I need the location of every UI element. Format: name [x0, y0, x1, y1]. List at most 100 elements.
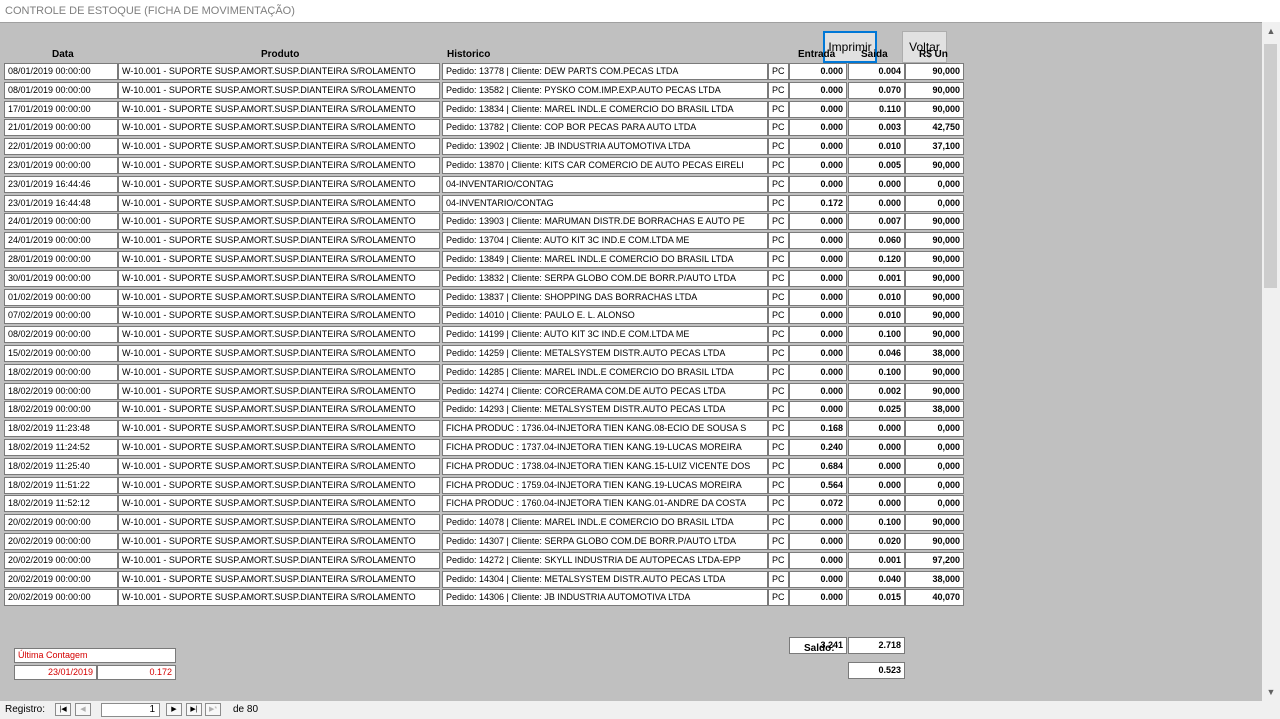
cell-date[interactable]: 20/02/2019 00:00:00 — [4, 532, 118, 550]
cell-date[interactable]: 18/02/2019 00:00:00 — [4, 382, 118, 400]
cell-entrada[interactable]: 0.000 — [789, 589, 847, 607]
cell-entrada[interactable]: 0.000 — [789, 570, 847, 588]
cell-history[interactable]: FICHA PRODUC : 1759.04-INJETORA TIEN KAN… — [442, 476, 768, 494]
cell-unit[interactable]: PC — [768, 589, 789, 607]
cell-date[interactable]: 20/02/2019 00:00:00 — [4, 551, 118, 569]
cell-price[interactable]: 97,200 — [905, 551, 964, 569]
cell-price[interactable]: 90,000 — [905, 213, 964, 231]
cell-price[interactable]: 0,000 — [905, 175, 964, 193]
cell-saida[interactable]: 0.110 — [848, 100, 905, 118]
cell-date[interactable]: 20/02/2019 00:00:00 — [4, 514, 118, 532]
cell-price[interactable]: 90,000 — [905, 63, 964, 80]
cell-unit[interactable]: PC — [768, 63, 789, 80]
cell-history[interactable]: Pedido: 13870 | Cliente: KITS CAR COMERC… — [442, 156, 768, 174]
cell-history[interactable]: Pedido: 13782 | Cliente: COP BOR PECAS P… — [442, 119, 768, 137]
cell-entrada[interactable]: 0.000 — [789, 382, 847, 400]
cell-product[interactable]: W-10.001 - SUPORTE SUSP.AMORT.SUSP.DIANT… — [118, 269, 440, 287]
cell-product[interactable]: W-10.001 - SUPORTE SUSP.AMORT.SUSP.DIANT… — [118, 438, 440, 456]
cell-entrada[interactable]: 0.000 — [789, 250, 847, 268]
cell-history[interactable]: Pedido: 13834 | Cliente: MAREL INDL.E CO… — [442, 100, 768, 118]
cell-product[interactable]: W-10.001 - SUPORTE SUSP.AMORT.SUSP.DIANT… — [118, 175, 440, 193]
cell-saida[interactable]: 0.100 — [848, 514, 905, 532]
cell-price[interactable]: 38,000 — [905, 344, 964, 362]
cell-entrada[interactable]: 0.000 — [789, 232, 847, 250]
scroll-down-arrow-icon[interactable]: ▼ — [1262, 683, 1280, 701]
cell-product[interactable]: W-10.001 - SUPORTE SUSP.AMORT.SUSP.DIANT… — [118, 344, 440, 362]
cell-history[interactable]: Pedido: 13849 | Cliente: MAREL INDL.E CO… — [442, 250, 768, 268]
cell-product[interactable]: W-10.001 - SUPORTE SUSP.AMORT.SUSP.DIANT… — [118, 100, 440, 118]
cell-price[interactable]: 90,000 — [905, 156, 964, 174]
cell-saida[interactable]: 0.020 — [848, 532, 905, 550]
cell-product[interactable]: W-10.001 - SUPORTE SUSP.AMORT.SUSP.DIANT… — [118, 551, 440, 569]
cell-saida[interactable]: 0.060 — [848, 232, 905, 250]
cell-date[interactable]: 08/02/2019 00:00:00 — [4, 326, 118, 344]
cell-unit[interactable]: PC — [768, 288, 789, 306]
cell-product[interactable]: W-10.001 - SUPORTE SUSP.AMORT.SUSP.DIANT… — [118, 288, 440, 306]
cell-date[interactable]: 23/01/2019 16:44:48 — [4, 194, 118, 212]
cell-product[interactable]: W-10.001 - SUPORTE SUSP.AMORT.SUSP.DIANT… — [118, 213, 440, 231]
cell-history[interactable]: Pedido: 13704 | Cliente: AUTO KIT 3C IND… — [442, 232, 768, 250]
cell-history[interactable]: Pedido: 13582 | Cliente: PYSKO COM.IMP.E… — [442, 81, 768, 99]
cell-saida[interactable]: 0.100 — [848, 326, 905, 344]
last-record-icon[interactable]: ▶| — [186, 703, 202, 716]
cell-history[interactable]: Pedido: 13778 | Cliente: DEW PARTS COM.P… — [442, 63, 768, 80]
cell-product[interactable]: W-10.001 - SUPORTE SUSP.AMORT.SUSP.DIANT… — [118, 382, 440, 400]
cell-history[interactable]: FICHA PRODUC : 1736.04-INJETORA TIEN KAN… — [442, 420, 768, 438]
cell-unit[interactable]: PC — [768, 194, 789, 212]
cell-product[interactable]: W-10.001 - SUPORTE SUSP.AMORT.SUSP.DIANT… — [118, 532, 440, 550]
cell-entrada[interactable]: 0.000 — [789, 119, 847, 137]
cell-product[interactable]: W-10.001 - SUPORTE SUSP.AMORT.SUSP.DIANT… — [118, 307, 440, 325]
cell-unit[interactable]: PC — [768, 269, 789, 287]
cell-history[interactable]: Pedido: 14078 | Cliente: MAREL INDL.E CO… — [442, 514, 768, 532]
cell-date[interactable]: 18/02/2019 00:00:00 — [4, 401, 118, 419]
cell-unit[interactable]: PC — [768, 100, 789, 118]
cell-date[interactable]: 23/01/2019 16:44:46 — [4, 175, 118, 193]
cell-price[interactable]: 90,000 — [905, 307, 964, 325]
cell-saida[interactable]: 0.001 — [848, 551, 905, 569]
cell-price[interactable]: 90,000 — [905, 100, 964, 118]
cell-saida[interactable]: 0.100 — [848, 363, 905, 381]
cell-history[interactable]: 04-INVENTARIO/CONTAG — [442, 175, 768, 193]
cell-history[interactable]: FICHA PRODUC : 1738.04-INJETORA TIEN KAN… — [442, 457, 768, 475]
cell-saida[interactable]: 0.040 — [848, 570, 905, 588]
cell-date[interactable]: 18/02/2019 11:51:22 — [4, 476, 118, 494]
scroll-up-arrow-icon[interactable]: ▲ — [1262, 22, 1280, 40]
cell-entrada[interactable]: 0.072 — [789, 495, 847, 513]
cell-saida[interactable]: 0.000 — [848, 194, 905, 212]
cell-unit[interactable]: PC — [768, 307, 789, 325]
cell-unit[interactable]: PC — [768, 363, 789, 381]
cell-product[interactable]: W-10.001 - SUPORTE SUSP.AMORT.SUSP.DIANT… — [118, 420, 440, 438]
cell-price[interactable]: 42,750 — [905, 119, 964, 137]
cell-unit[interactable]: PC — [768, 420, 789, 438]
cell-product[interactable]: W-10.001 - SUPORTE SUSP.AMORT.SUSP.DIANT… — [118, 250, 440, 268]
cell-entrada[interactable]: 0.168 — [789, 420, 847, 438]
prev-record-icon[interactable]: ◀ — [75, 703, 91, 716]
cell-unit[interactable]: PC — [768, 326, 789, 344]
cell-entrada[interactable]: 0.000 — [789, 138, 847, 156]
cell-saida[interactable]: 0.007 — [848, 213, 905, 231]
cell-date[interactable]: 30/01/2019 00:00:00 — [4, 269, 118, 287]
cell-unit[interactable]: PC — [768, 457, 789, 475]
cell-entrada[interactable]: 0.564 — [789, 476, 847, 494]
cell-date[interactable]: 18/02/2019 00:00:00 — [4, 363, 118, 381]
cell-price[interactable]: 90,000 — [905, 363, 964, 381]
cell-saida[interactable]: 0.000 — [848, 457, 905, 475]
cell-saida[interactable]: 0.010 — [848, 288, 905, 306]
cell-history[interactable]: Pedido: 14285 | Cliente: MAREL INDL.E CO… — [442, 363, 768, 381]
cell-unit[interactable]: PC — [768, 438, 789, 456]
cell-history[interactable]: FICHA PRODUC : 1760.04-INJETORA TIEN KAN… — [442, 495, 768, 513]
cell-saida[interactable]: 0.000 — [848, 495, 905, 513]
cell-saida[interactable]: 0.000 — [848, 420, 905, 438]
cell-date[interactable]: 17/01/2019 00:00:00 — [4, 100, 118, 118]
cell-date[interactable]: 18/02/2019 11:52:12 — [4, 495, 118, 513]
cell-date[interactable]: 15/02/2019 00:00:00 — [4, 344, 118, 362]
cell-product[interactable]: W-10.001 - SUPORTE SUSP.AMORT.SUSP.DIANT… — [118, 232, 440, 250]
cell-price[interactable]: 0,000 — [905, 457, 964, 475]
cell-date[interactable]: 18/02/2019 11:24:52 — [4, 438, 118, 456]
cell-price[interactable]: 40,070 — [905, 589, 964, 607]
cell-entrada[interactable]: 0.240 — [789, 438, 847, 456]
cell-product[interactable]: W-10.001 - SUPORTE SUSP.AMORT.SUSP.DIANT… — [118, 589, 440, 607]
cell-product[interactable]: W-10.001 - SUPORTE SUSP.AMORT.SUSP.DIANT… — [118, 495, 440, 513]
cell-saida[interactable]: 0.070 — [848, 81, 905, 99]
cell-product[interactable]: W-10.001 - SUPORTE SUSP.AMORT.SUSP.DIANT… — [118, 401, 440, 419]
